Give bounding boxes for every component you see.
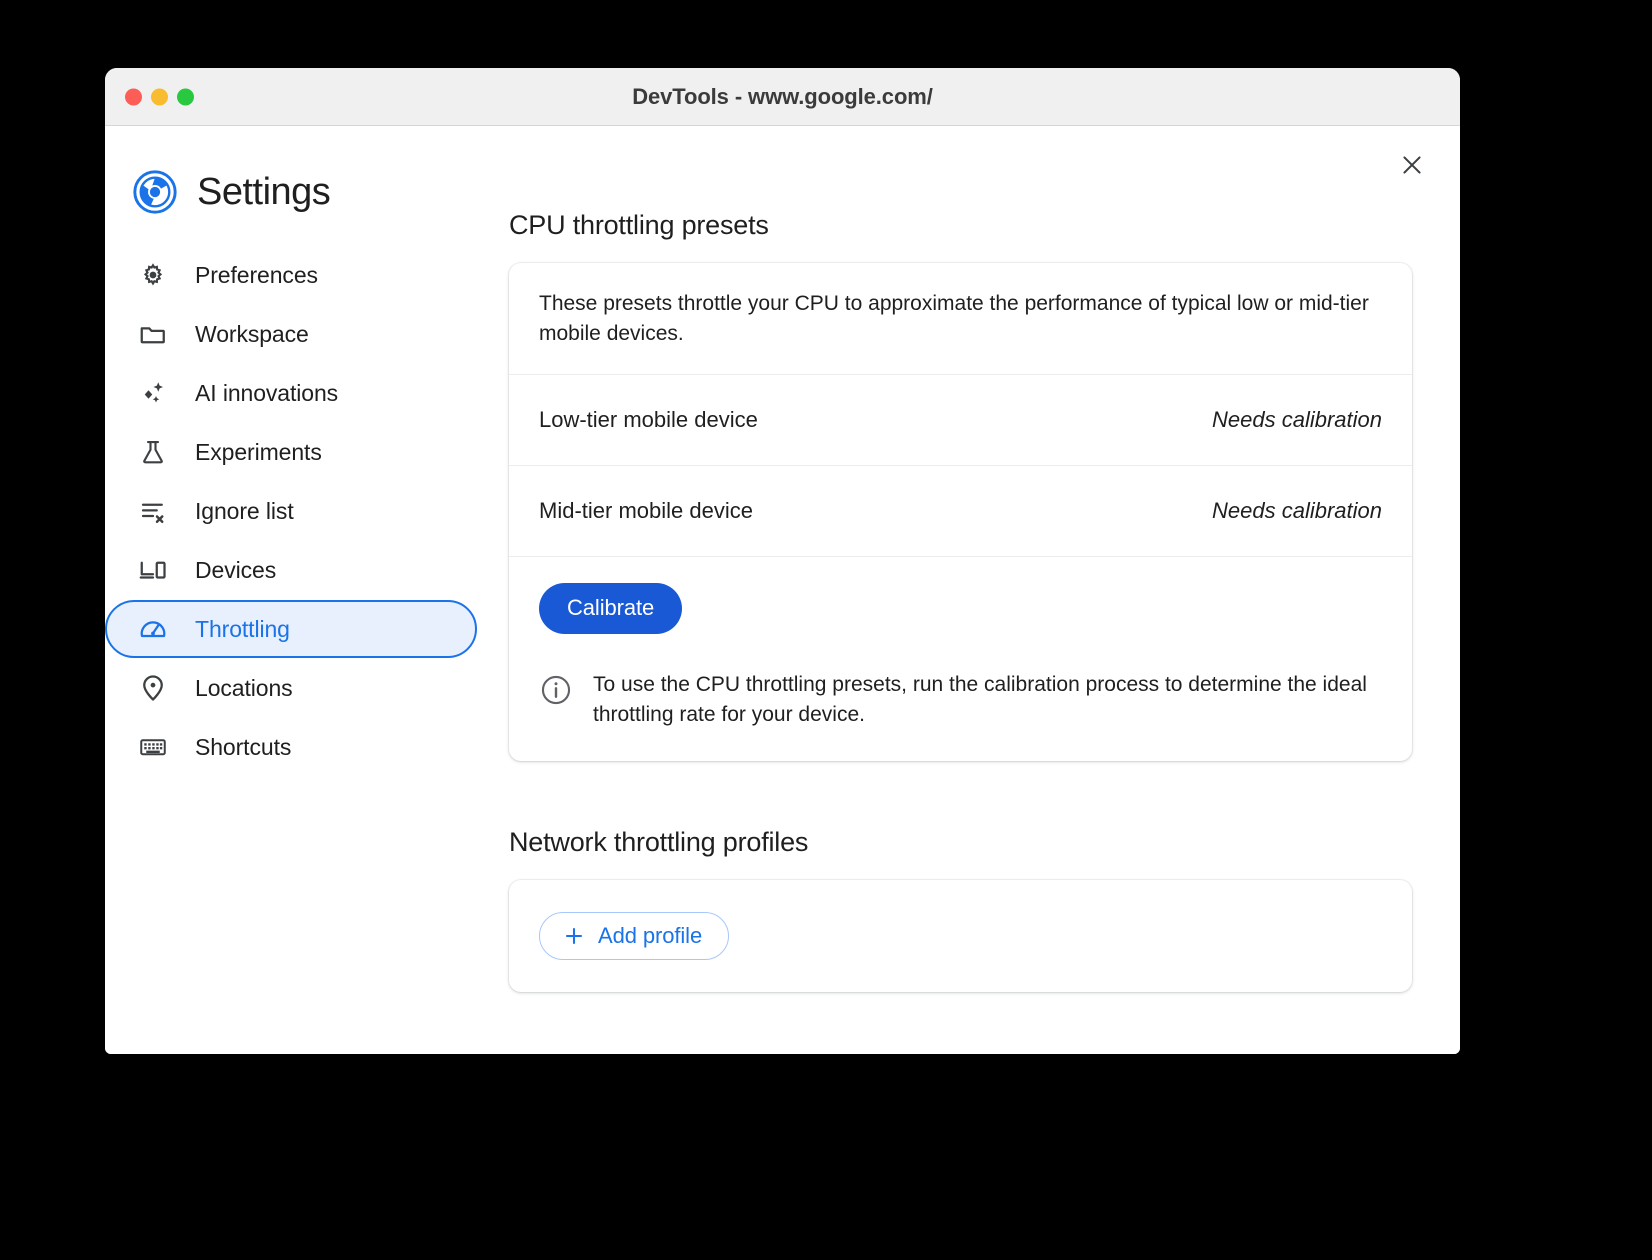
sidebar-item-shortcuts[interactable]: Shortcuts bbox=[105, 718, 477, 776]
sidebar-item-label: Experiments bbox=[195, 438, 322, 465]
cpu-presets-card: These presets throttle your CPU to appro… bbox=[509, 263, 1412, 761]
chrome-devtools-logo-icon bbox=[133, 170, 177, 214]
table-row: Mid-tier mobile device Needs calibration bbox=[509, 466, 1412, 557]
devices-icon bbox=[135, 552, 171, 588]
window-titlebar: DevTools - www.google.com/ bbox=[105, 68, 1460, 126]
sidebar-item-label: Locations bbox=[195, 674, 293, 701]
table-row: Low-tier mobile device Needs calibration bbox=[509, 375, 1412, 466]
flask-icon bbox=[135, 434, 171, 470]
sidebar-item-label: AI innovations bbox=[195, 379, 339, 406]
status-badge: Needs calibration bbox=[1212, 497, 1382, 523]
sidebar-item-label: Shortcuts bbox=[195, 733, 292, 760]
list-x-icon bbox=[135, 493, 171, 529]
sidebar-item-workspace[interactable]: Workspace bbox=[105, 305, 477, 363]
traffic-light-group bbox=[125, 88, 194, 105]
network-section-title: Network throttling profiles bbox=[509, 826, 809, 857]
status-badge: Needs calibration bbox=[1212, 406, 1382, 432]
settings-content: CPU throttling presets These presets thr… bbox=[505, 126, 1460, 1054]
calibrate-button[interactable]: Calibrate bbox=[539, 582, 683, 634]
sidebar-item-ai-innovations[interactable]: AI innovations bbox=[105, 364, 477, 422]
sidebar-item-experiments[interactable]: Experiments bbox=[105, 423, 477, 481]
calibration-info: To use the CPU throttling presets, run t… bbox=[539, 670, 1382, 731]
plus-icon bbox=[562, 924, 586, 948]
cpu-presets-description: These presets throttle your CPU to appro… bbox=[509, 263, 1412, 375]
info-icon bbox=[539, 673, 573, 707]
close-window-button[interactable] bbox=[125, 88, 142, 105]
zoom-window-button[interactable] bbox=[177, 88, 194, 105]
folder-icon bbox=[135, 316, 171, 352]
settings-header: Settings bbox=[105, 126, 505, 214]
settings-sidebar: Settings Preferences Workspace AI innova… bbox=[105, 126, 505, 1054]
keyboard-icon bbox=[135, 729, 171, 765]
add-profile-label: Add profile bbox=[598, 922, 703, 948]
settings-nav-list: Preferences Workspace AI innovations Exp… bbox=[105, 246, 505, 776]
calibration-info-text: To use the CPU throttling presets, run t… bbox=[593, 672, 1367, 727]
sparkle-icon bbox=[135, 375, 171, 411]
calibration-area: Calibrate To use the CPU throttling pres… bbox=[509, 557, 1412, 761]
network-profiles-card: Add profile bbox=[509, 879, 1412, 992]
sidebar-item-preferences[interactable]: Preferences bbox=[105, 246, 477, 304]
sidebar-item-locations[interactable]: Locations bbox=[105, 659, 477, 717]
sidebar-item-label: Devices bbox=[195, 556, 277, 583]
window-body: Settings Preferences Workspace AI innova… bbox=[105, 126, 1460, 1054]
sidebar-item-devices[interactable]: Devices bbox=[105, 541, 477, 599]
sidebar-item-label: Preferences bbox=[195, 261, 318, 288]
pin-icon bbox=[135, 670, 171, 706]
screen-background: DevTools - www.google.com/ Settings Pref… bbox=[0, 0, 1652, 1260]
sidebar-item-ignore-list[interactable]: Ignore list bbox=[105, 482, 477, 540]
preset-name: Mid-tier mobile device bbox=[539, 497, 753, 523]
devtools-window: DevTools - www.google.com/ Settings Pref… bbox=[105, 68, 1460, 1054]
speedometer-icon bbox=[135, 611, 171, 647]
cpu-section-title: CPU throttling presets bbox=[509, 210, 769, 240]
sidebar-item-label: Throttling bbox=[195, 615, 290, 642]
close-icon[interactable] bbox=[1392, 145, 1432, 185]
sidebar-item-throttling[interactable]: Throttling bbox=[105, 600, 477, 658]
gear-icon bbox=[135, 257, 171, 293]
minimize-window-button[interactable] bbox=[151, 88, 168, 105]
sidebar-item-label: Workspace bbox=[195, 320, 309, 347]
preset-name: Low-tier mobile device bbox=[539, 406, 758, 432]
sidebar-item-label: Ignore list bbox=[195, 497, 294, 524]
window-title: DevTools - www.google.com/ bbox=[632, 83, 933, 109]
page-title: Settings bbox=[197, 170, 331, 213]
add-profile-button[interactable]: Add profile bbox=[539, 911, 730, 960]
